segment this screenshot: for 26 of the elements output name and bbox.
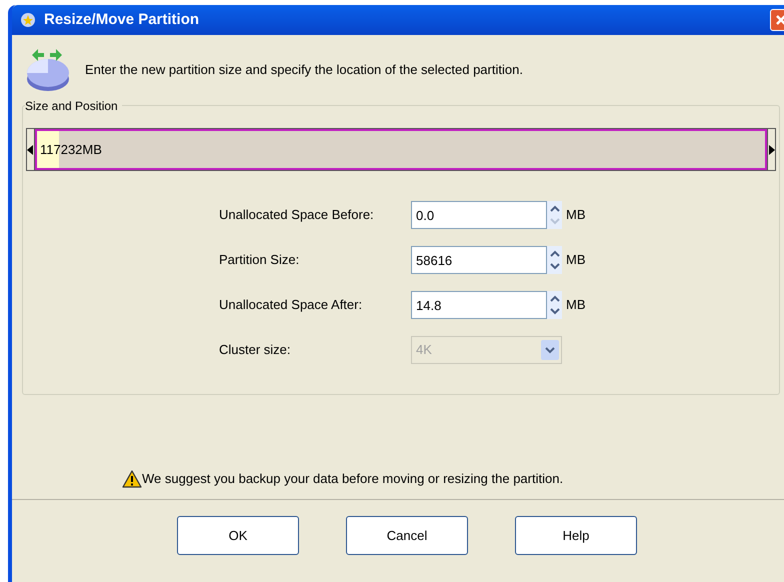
warning-icon — [122, 470, 142, 488]
unit-label: MB — [566, 206, 586, 224]
number-field[interactable]: 0.0 — [411, 201, 547, 229]
field-label: Cluster size: — [219, 341, 292, 360]
close-icon — [775, 14, 784, 26]
field-label: Unallocated Space After: — [219, 296, 364, 314]
window-title: Resize/Move Partition — [44, 10, 200, 30]
spinner[interactable] — [547, 201, 562, 229]
spinner[interactable] — [547, 246, 562, 274]
description-text: Enter the new partition size and specify the location of the selected partition. — [85, 61, 523, 80]
partition-size-label: 117232MB — [40, 140, 102, 159]
unit-label: MB — [566, 296, 586, 314]
unit-label: MB — [566, 251, 586, 270]
left-handle-icon[interactable] — [27, 144, 33, 154]
dropdown-value: 4K — [416, 341, 432, 360]
dialog-button[interactable]: OK — [177, 516, 299, 555]
number-field[interactable]: 14.8 — [411, 291, 547, 319]
dialog-button[interactable]: Help — [515, 516, 637, 555]
right-handle-icon[interactable] — [769, 144, 775, 154]
star-icon — [20, 12, 36, 28]
field-label: Partition Size: — [219, 251, 300, 270]
warning-text: We suggest you backup your data before moving or resizing the partition. — [142, 470, 564, 488]
dialog-button[interactable]: Cancel — [346, 516, 468, 555]
field-label: Unallocated Space Before: — [219, 206, 375, 224]
number-field[interactable]: 58616 — [411, 246, 547, 274]
spinner[interactable] — [547, 291, 562, 319]
